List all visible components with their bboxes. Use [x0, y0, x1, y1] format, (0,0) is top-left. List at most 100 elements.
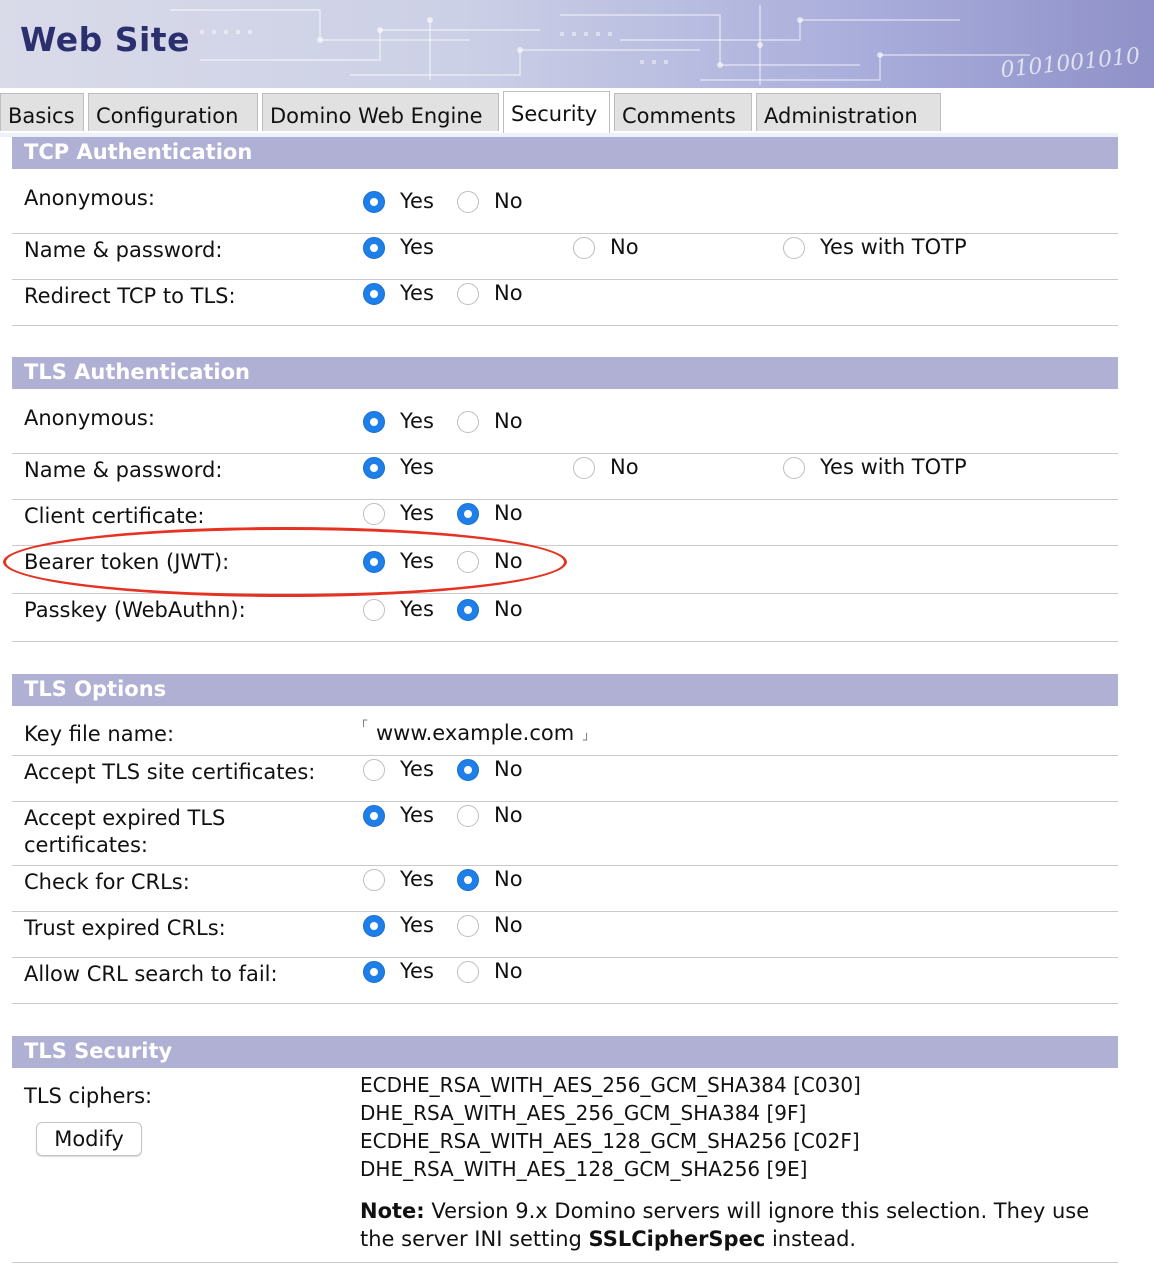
trust-expired-crls-no-radio[interactable]: [457, 915, 479, 937]
modify-button[interactable]: Modify: [36, 1122, 142, 1156]
section-header-tcp-authentication: TCP Authentication: [12, 137, 1118, 169]
section-header-tls-authentication: TLS Authentication: [12, 357, 1118, 389]
option-label: Yes: [400, 235, 434, 259]
field-open-corner-icon: ┌: [360, 713, 368, 727]
tls-anonymous-no-radio[interactable]: [457, 411, 479, 433]
passkey-no-radio[interactable]: [457, 599, 479, 621]
row-divider: [12, 641, 1118, 642]
option-label: No: [494, 501, 523, 525]
note-keyword: SSLCipherSpec: [588, 1227, 766, 1251]
option-label: No: [494, 867, 523, 891]
option-label: Yes: [400, 803, 434, 827]
tab-administration[interactable]: Administration: [756, 93, 941, 131]
option-label: Yes: [400, 597, 434, 621]
redirect-tcp-yes-radio[interactable]: [363, 283, 385, 305]
option-label: Yes: [400, 501, 434, 525]
row-divider: [12, 279, 1118, 280]
banner: 0101001010 Web Site: [0, 0, 1154, 88]
row-divider: [12, 453, 1118, 454]
option-label: No: [494, 281, 523, 305]
trust-expired-crls-yes-radio[interactable]: [363, 915, 385, 937]
accept-expired-certs-no-radio[interactable]: [457, 805, 479, 827]
row-label-redirect-tcp-to-tls: Redirect TCP to TLS:: [24, 284, 236, 308]
row-divider: [12, 1262, 1118, 1263]
tcp-name-password-yes-radio[interactable]: [363, 237, 385, 259]
cipher-item: ECDHE_RSA_WITH_AES_256_GCM_SHA384 [C030]: [360, 1073, 861, 1097]
row-label-accept-expired-tls: Accept expired TLS: [24, 806, 226, 830]
svg-text:0101001010: 0101001010: [999, 44, 1141, 83]
row-divider: [12, 801, 1118, 802]
row-label-check-for-crls: Check for CRLs:: [24, 870, 190, 894]
row-label-passkey: Passkey (WebAuthn):: [24, 598, 246, 622]
tab-comments[interactable]: Comments: [614, 93, 752, 131]
note-end: instead.: [765, 1227, 857, 1251]
option-label: No: [494, 803, 523, 827]
row-divider: [12, 911, 1118, 912]
field-close-corner-icon: ┘: [583, 733, 591, 747]
option-label: Yes: [400, 959, 434, 983]
tcp-name-password-totp-radio[interactable]: [783, 237, 805, 259]
allow-crl-fail-no-radio[interactable]: [457, 961, 479, 983]
row-label-allow-crl-search-fail: Allow CRL search to fail:: [24, 962, 278, 986]
row-divider: [12, 233, 1118, 234]
accept-site-certs-no-radio[interactable]: [457, 759, 479, 781]
option-label: Yes: [400, 455, 434, 479]
tls-name-password-yes-radio[interactable]: [363, 457, 385, 479]
tcp-anonymous-yes-radio[interactable]: [363, 191, 385, 213]
page-title: Web Site: [20, 20, 190, 59]
tls-name-password-no-radio[interactable]: [573, 457, 595, 479]
passkey-yes-radio[interactable]: [363, 599, 385, 621]
row-label-tcp-name-password: Name & password:: [24, 238, 223, 262]
tab-configuration[interactable]: Configuration: [88, 93, 258, 131]
row-label-accept-tls-site-certificates: Accept TLS site certificates:: [24, 760, 316, 784]
row-label-trust-expired-crls: Trust expired CRLs:: [24, 916, 226, 940]
tcp-name-password-no-radio[interactable]: [573, 237, 595, 259]
tls-anonymous-yes-radio[interactable]: [363, 411, 385, 433]
row-label-tcp-anonymous: Anonymous:: [24, 186, 155, 210]
row-divider: [12, 755, 1118, 756]
tab-domino-web-engine[interactable]: Domino Web Engine: [262, 93, 499, 131]
row-label-client-certificate: Client certificate:: [24, 504, 205, 528]
row-label-tls-anonymous: Anonymous:: [24, 406, 155, 430]
option-label: Yes: [400, 913, 434, 937]
key-file-name-field[interactable]: www.example.com: [376, 721, 574, 745]
row-divider: [12, 1003, 1118, 1004]
tab-basics[interactable]: Basics: [0, 93, 84, 131]
tab-bar: Basics Configuration Domino Web Engine S…: [0, 91, 1154, 133]
option-label: No: [610, 235, 639, 259]
redirect-tcp-no-radio[interactable]: [457, 283, 479, 305]
check-crls-yes-radio[interactable]: [363, 869, 385, 891]
row-label-tls-name-password: Name & password:: [24, 458, 223, 482]
option-label: No: [494, 959, 523, 983]
section-header-tls-security: TLS Security: [12, 1036, 1118, 1068]
row-divider: [12, 957, 1118, 958]
option-label: Yes: [400, 757, 434, 781]
cipher-item: DHE_RSA_WITH_AES_128_GCM_SHA256 [9E]: [360, 1157, 808, 1181]
client-certificate-no-radio[interactable]: [457, 503, 479, 525]
tls-name-password-totp-radio[interactable]: [783, 457, 805, 479]
option-label: No: [494, 409, 523, 433]
section-header-tls-options: TLS Options: [12, 674, 1118, 706]
option-label: Yes: [400, 867, 434, 891]
note-prefix: Note:: [360, 1199, 425, 1223]
accept-expired-certs-yes-radio[interactable]: [363, 805, 385, 827]
option-label: Yes: [400, 409, 434, 433]
option-label: Yes: [400, 281, 434, 305]
cipher-item: DHE_RSA_WITH_AES_256_GCM_SHA384 [9F]: [360, 1101, 807, 1125]
option-label: No: [494, 189, 523, 213]
option-label: Yes: [400, 189, 434, 213]
row-divider: [12, 865, 1118, 866]
row-divider: [12, 499, 1118, 500]
client-certificate-yes-radio[interactable]: [363, 503, 385, 525]
option-label: Yes with TOTP: [820, 235, 967, 259]
option-label: No: [494, 913, 523, 937]
cipher-item: ECDHE_RSA_WITH_AES_128_GCM_SHA256 [C02F]: [360, 1129, 860, 1153]
row-label-accept-expired-tls-cont: certificates:: [24, 833, 148, 857]
accept-site-certs-yes-radio[interactable]: [363, 759, 385, 781]
tab-security[interactable]: Security: [503, 91, 610, 133]
check-crls-no-radio[interactable]: [457, 869, 479, 891]
option-label: Yes with TOTP: [820, 455, 967, 479]
allow-crl-fail-yes-radio[interactable]: [363, 961, 385, 983]
highlight-ellipse: [3, 527, 567, 597]
tcp-anonymous-no-radio[interactable]: [457, 191, 479, 213]
